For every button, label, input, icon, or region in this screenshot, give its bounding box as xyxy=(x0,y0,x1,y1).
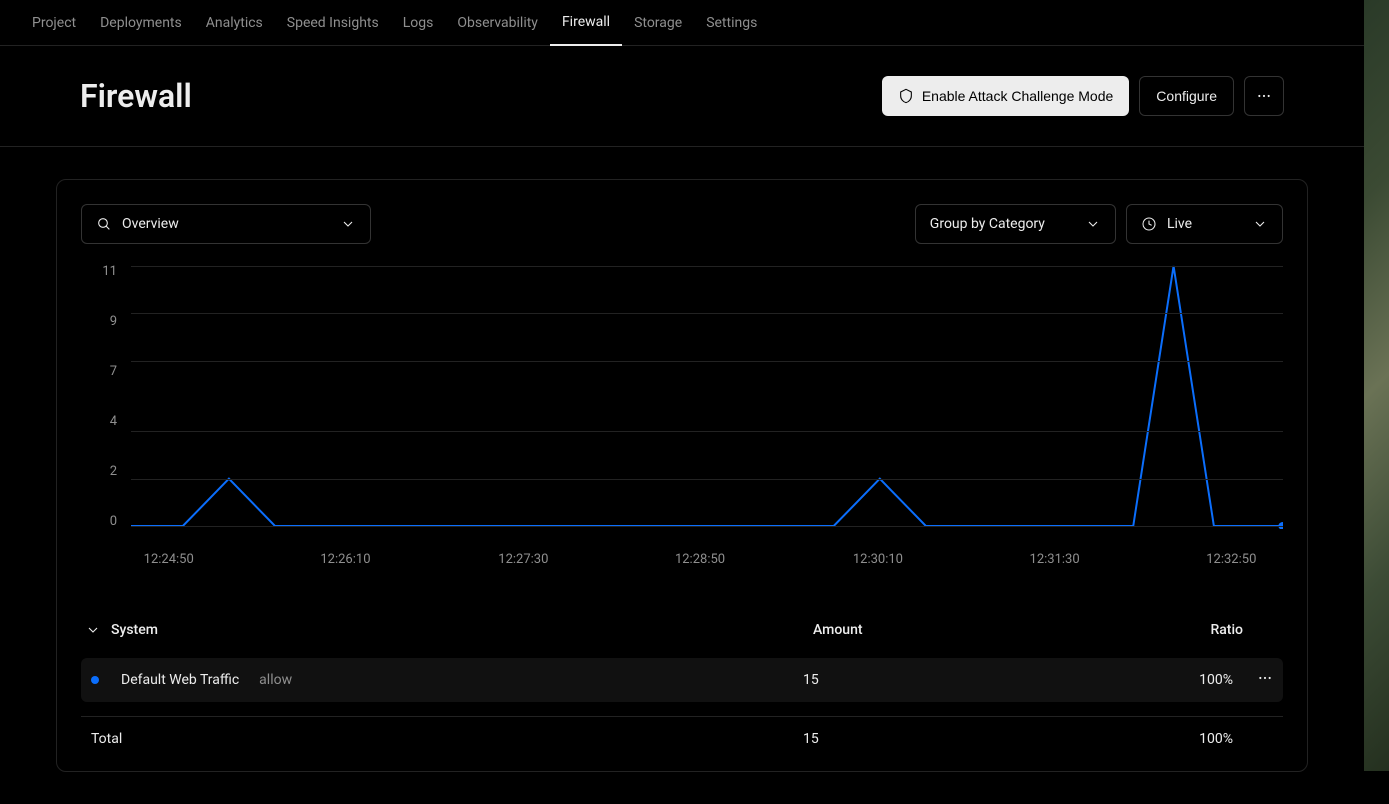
more-actions-button[interactable] xyxy=(1244,76,1284,116)
desktop-wallpaper-sliver xyxy=(1364,0,1389,771)
nav-tab-deployments[interactable]: Deployments xyxy=(88,0,194,46)
total-label: Total xyxy=(91,731,122,747)
group-by-label: Group by Category xyxy=(930,216,1045,232)
nav-tab-analytics[interactable]: Analytics xyxy=(194,0,275,46)
view-select-label: Overview xyxy=(122,216,179,232)
dots-horizontal-icon[interactable] xyxy=(1257,670,1273,686)
row-name: Default Web Traffic xyxy=(121,672,239,688)
row-action-tag: allow xyxy=(259,672,292,688)
chevron-down-icon xyxy=(1252,216,1268,232)
time-range-label: Live xyxy=(1167,216,1192,232)
header-actions: Enable Attack Challenge Mode Configure xyxy=(882,76,1284,116)
traffic-chart: 11 9 7 4 2 0 xyxy=(81,264,1283,544)
configure-button[interactable]: Configure xyxy=(1139,76,1234,116)
time-range-select[interactable]: Live xyxy=(1126,204,1283,244)
nav-tab-logs[interactable]: Logs xyxy=(391,0,446,46)
chevron-down-icon xyxy=(1085,216,1101,232)
x-tick: 12:26:10 xyxy=(320,552,370,567)
y-tick: 4 xyxy=(81,414,117,429)
table-total-row: Total 15 100% xyxy=(81,716,1283,747)
y-tick: 0 xyxy=(81,514,117,529)
grid-line xyxy=(131,431,1283,432)
col-header-amount: Amount xyxy=(813,622,1153,638)
x-tick: 12:28:50 xyxy=(675,552,725,567)
grid-line xyxy=(131,313,1283,314)
x-tick: 12:30:10 xyxy=(853,552,903,567)
dots-horizontal-icon xyxy=(1256,88,1272,104)
nav-tab-project[interactable]: Project xyxy=(20,0,88,46)
page-header: Firewall Enable Attack Challenge Mode Co… xyxy=(0,46,1364,147)
enable-attack-challenge-button[interactable]: Enable Attack Challenge Mode xyxy=(882,76,1129,116)
firewall-card: Overview Group by Category Live xyxy=(56,179,1308,772)
enable-attack-label: Enable Attack Challenge Mode xyxy=(922,88,1113,104)
y-tick: 11 xyxy=(81,264,117,279)
shield-icon xyxy=(898,88,914,104)
chart-plot-area[interactable] xyxy=(131,264,1283,529)
clock-icon xyxy=(1141,216,1157,232)
group-by-select[interactable]: Group by Category xyxy=(915,204,1116,244)
top-nav: ProjectDeploymentsAnalyticsSpeed Insight… xyxy=(0,0,1364,46)
x-tick: 12:24:50 xyxy=(144,552,194,567)
chart-x-axis: 12:24:50 12:26:10 12:27:30 12:28:50 12:30:10… xyxy=(81,552,1283,572)
view-select[interactable]: Overview xyxy=(81,204,371,244)
col-header-system: System xyxy=(111,622,158,638)
y-tick: 9 xyxy=(81,314,117,329)
table-header: System Amount Ratio xyxy=(81,612,1283,648)
row-amount: 15 xyxy=(803,672,1143,688)
nav-tab-firewall[interactable]: Firewall xyxy=(550,0,622,46)
row-ratio: 100% xyxy=(1143,672,1233,688)
col-header-ratio: Ratio xyxy=(1153,622,1243,638)
nav-tab-speed-insights[interactable]: Speed Insights xyxy=(275,0,391,46)
x-tick: 12:32:50 xyxy=(1206,552,1256,567)
chevron-down-icon[interactable] xyxy=(85,622,101,638)
chevron-down-icon xyxy=(340,216,356,232)
page-title: Firewall xyxy=(80,77,192,115)
search-icon xyxy=(96,216,112,232)
y-tick: 2 xyxy=(81,464,117,479)
total-amount: 15 xyxy=(803,731,1143,747)
grid-line xyxy=(131,266,1283,267)
total-ratio: 100% xyxy=(1143,731,1233,747)
y-tick: 7 xyxy=(81,364,117,379)
x-tick: 12:31:30 xyxy=(1030,552,1080,567)
nav-tab-observability[interactable]: Observability xyxy=(445,0,550,46)
grid-line xyxy=(131,361,1283,362)
nav-tab-storage[interactable]: Storage xyxy=(622,0,694,46)
grid-line xyxy=(131,479,1283,480)
x-tick: 12:27:30 xyxy=(498,552,548,567)
series-color-dot xyxy=(91,676,99,684)
chart-y-axis: 11 9 7 4 2 0 xyxy=(81,264,131,529)
configure-label: Configure xyxy=(1156,88,1217,104)
table-row[interactable]: Default Web Traffic allow 15100% xyxy=(81,658,1283,702)
nav-tab-settings[interactable]: Settings xyxy=(694,0,769,46)
chart-line xyxy=(131,266,1283,526)
grid-line xyxy=(131,526,1283,527)
